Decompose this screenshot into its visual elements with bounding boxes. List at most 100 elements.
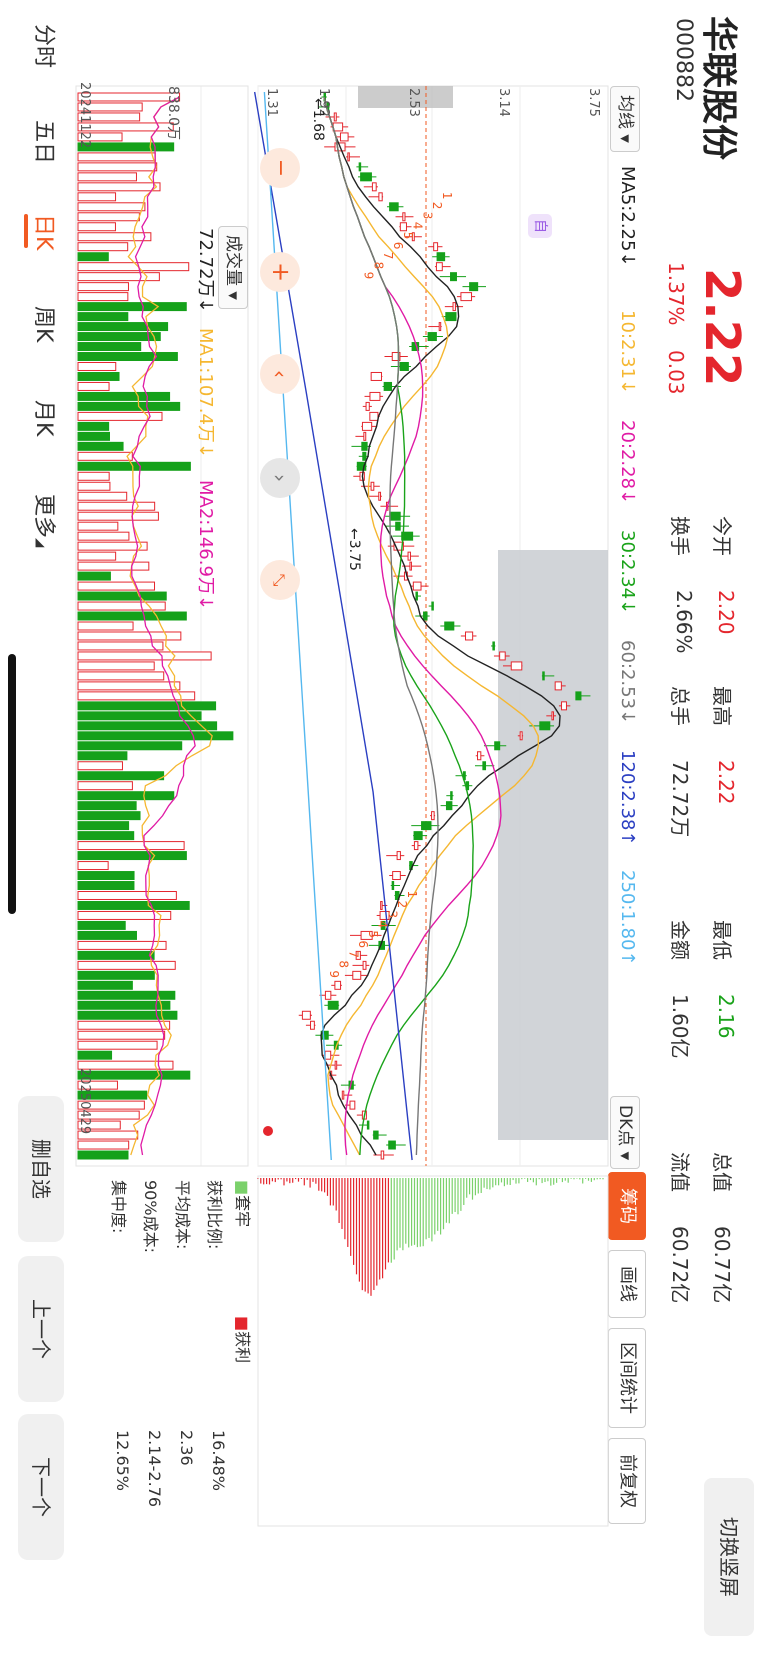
candle-body bbox=[445, 801, 453, 811]
volume-bar bbox=[77, 761, 123, 771]
sequence-marker-bottom: 6 bbox=[356, 940, 370, 948]
volume-bar bbox=[77, 781, 133, 791]
profit-color-icon: ■ bbox=[233, 1316, 252, 1332]
candle-body bbox=[389, 511, 401, 521]
candle-body bbox=[444, 621, 455, 631]
zoom-in-button[interactable]: + bbox=[260, 252, 300, 292]
volume-bar bbox=[77, 861, 109, 871]
sequence-marker-bottom: 2 bbox=[395, 900, 409, 908]
volume-bar bbox=[77, 1070, 191, 1080]
scroll-right-button[interactable]: › bbox=[260, 458, 300, 498]
volume-bar bbox=[77, 222, 116, 232]
kline-chart[interactable]: 3.753.142.531.921.31 123456789123456789 … bbox=[0, 0, 768, 1662]
candle-body bbox=[469, 282, 479, 292]
candle-body bbox=[392, 871, 401, 881]
volume-bar bbox=[77, 701, 217, 711]
volume-bar bbox=[77, 202, 146, 212]
candle-body bbox=[482, 761, 487, 771]
self-select-marker[interactable]: 自 bbox=[528, 214, 552, 238]
volume-bar bbox=[77, 651, 212, 661]
candle-body bbox=[438, 322, 442, 332]
tab-weekly-k[interactable]: 周K bbox=[30, 306, 62, 342]
candle-body bbox=[427, 332, 437, 342]
candle-body bbox=[431, 811, 435, 821]
volume-bar bbox=[77, 831, 135, 841]
candle-body bbox=[409, 561, 412, 571]
candle-body bbox=[324, 990, 332, 1000]
candle-body bbox=[399, 361, 409, 371]
sequence-marker-bottom: 8 bbox=[337, 960, 351, 968]
candle-body bbox=[450, 272, 457, 282]
candle-body bbox=[412, 581, 422, 591]
candle-body bbox=[413, 831, 423, 841]
volume-bar bbox=[77, 930, 137, 940]
candle-body bbox=[494, 741, 501, 751]
volume-selector[interactable]: 成交量 ▾ bbox=[218, 226, 248, 309]
candle-body bbox=[435, 262, 443, 272]
tab-monthly-k[interactable]: 月K bbox=[30, 400, 62, 436]
candle-body bbox=[399, 222, 407, 232]
previous-stock-button[interactable]: 上一个 bbox=[18, 1256, 64, 1402]
tab-five-day[interactable]: 五日 bbox=[30, 120, 62, 164]
candle-body bbox=[450, 791, 453, 801]
candle-body bbox=[477, 751, 482, 761]
volume-bar bbox=[77, 581, 156, 591]
chip-row-90-cost-value: 2.14-2.76 bbox=[145, 1430, 164, 1508]
volume-bar bbox=[77, 960, 176, 970]
sequence-marker-bottom: 1 bbox=[405, 891, 419, 899]
tab-daily-k[interactable]: 日K bbox=[24, 214, 62, 250]
candle-body bbox=[433, 242, 439, 252]
volume-bar bbox=[77, 1140, 130, 1150]
candle-body bbox=[362, 960, 367, 970]
sequence-marker-top: 6 bbox=[391, 242, 405, 250]
candle-body bbox=[380, 1150, 385, 1160]
scroll-left-button[interactable]: ‹ bbox=[260, 354, 300, 394]
volume-bar bbox=[77, 431, 110, 441]
sequence-marker-bottom: 4 bbox=[376, 920, 390, 928]
candle-body bbox=[551, 711, 554, 721]
corner-arrow-icon: ◢ bbox=[34, 538, 48, 548]
candle-body bbox=[413, 841, 419, 851]
volume-bar bbox=[77, 441, 124, 451]
volume-bar bbox=[77, 561, 150, 571]
candle-body bbox=[380, 900, 383, 910]
volume-bar bbox=[77, 571, 111, 581]
candle-body bbox=[370, 371, 382, 381]
candle-body bbox=[391, 881, 395, 891]
volume-bar bbox=[77, 950, 155, 960]
candle-body bbox=[378, 192, 383, 202]
volume-bar bbox=[77, 282, 129, 292]
volume-bar bbox=[77, 621, 134, 631]
tab-intraday[interactable]: 分时 bbox=[30, 24, 62, 68]
sequence-marker-bottom: 3 bbox=[385, 910, 399, 918]
volume-bar bbox=[77, 342, 142, 352]
date-end: 20250429 bbox=[77, 1068, 92, 1135]
volume-bar bbox=[77, 1030, 166, 1040]
volume-bar bbox=[77, 851, 187, 861]
fullscreen-exit-button[interactable]: ⤡ bbox=[260, 560, 300, 600]
remove-watchlist-button[interactable]: 删自选 bbox=[18, 1096, 64, 1242]
candle-body bbox=[301, 1010, 311, 1020]
next-stock-button[interactable]: 下一个 bbox=[18, 1414, 64, 1560]
candle-body bbox=[361, 421, 373, 431]
y-axis-label: 1.31 bbox=[264, 88, 279, 117]
zoom-out-button[interactable]: − bbox=[260, 148, 300, 188]
volume-bar bbox=[77, 990, 176, 1000]
volume-bar bbox=[77, 381, 110, 391]
candle-body bbox=[389, 202, 399, 212]
tab-more[interactable]: 更多◢ bbox=[30, 494, 62, 547]
candle-body bbox=[378, 491, 382, 501]
volume-bar bbox=[77, 182, 161, 192]
kline-grid bbox=[200, 86, 521, 1166]
chip-row-90-cost-label: 90%成本: bbox=[141, 1180, 160, 1253]
y-axis-label: 3.14 bbox=[496, 88, 511, 117]
volume-bar bbox=[77, 511, 159, 521]
min-price-label: ←1.68 bbox=[310, 98, 326, 141]
volume-bar bbox=[77, 811, 141, 821]
volume-bar bbox=[77, 252, 109, 262]
candle-body bbox=[388, 1140, 396, 1150]
volume-bar bbox=[77, 771, 165, 781]
volume-bar bbox=[77, 900, 190, 910]
volume-bar bbox=[77, 162, 158, 172]
candle-body bbox=[327, 1000, 339, 1010]
